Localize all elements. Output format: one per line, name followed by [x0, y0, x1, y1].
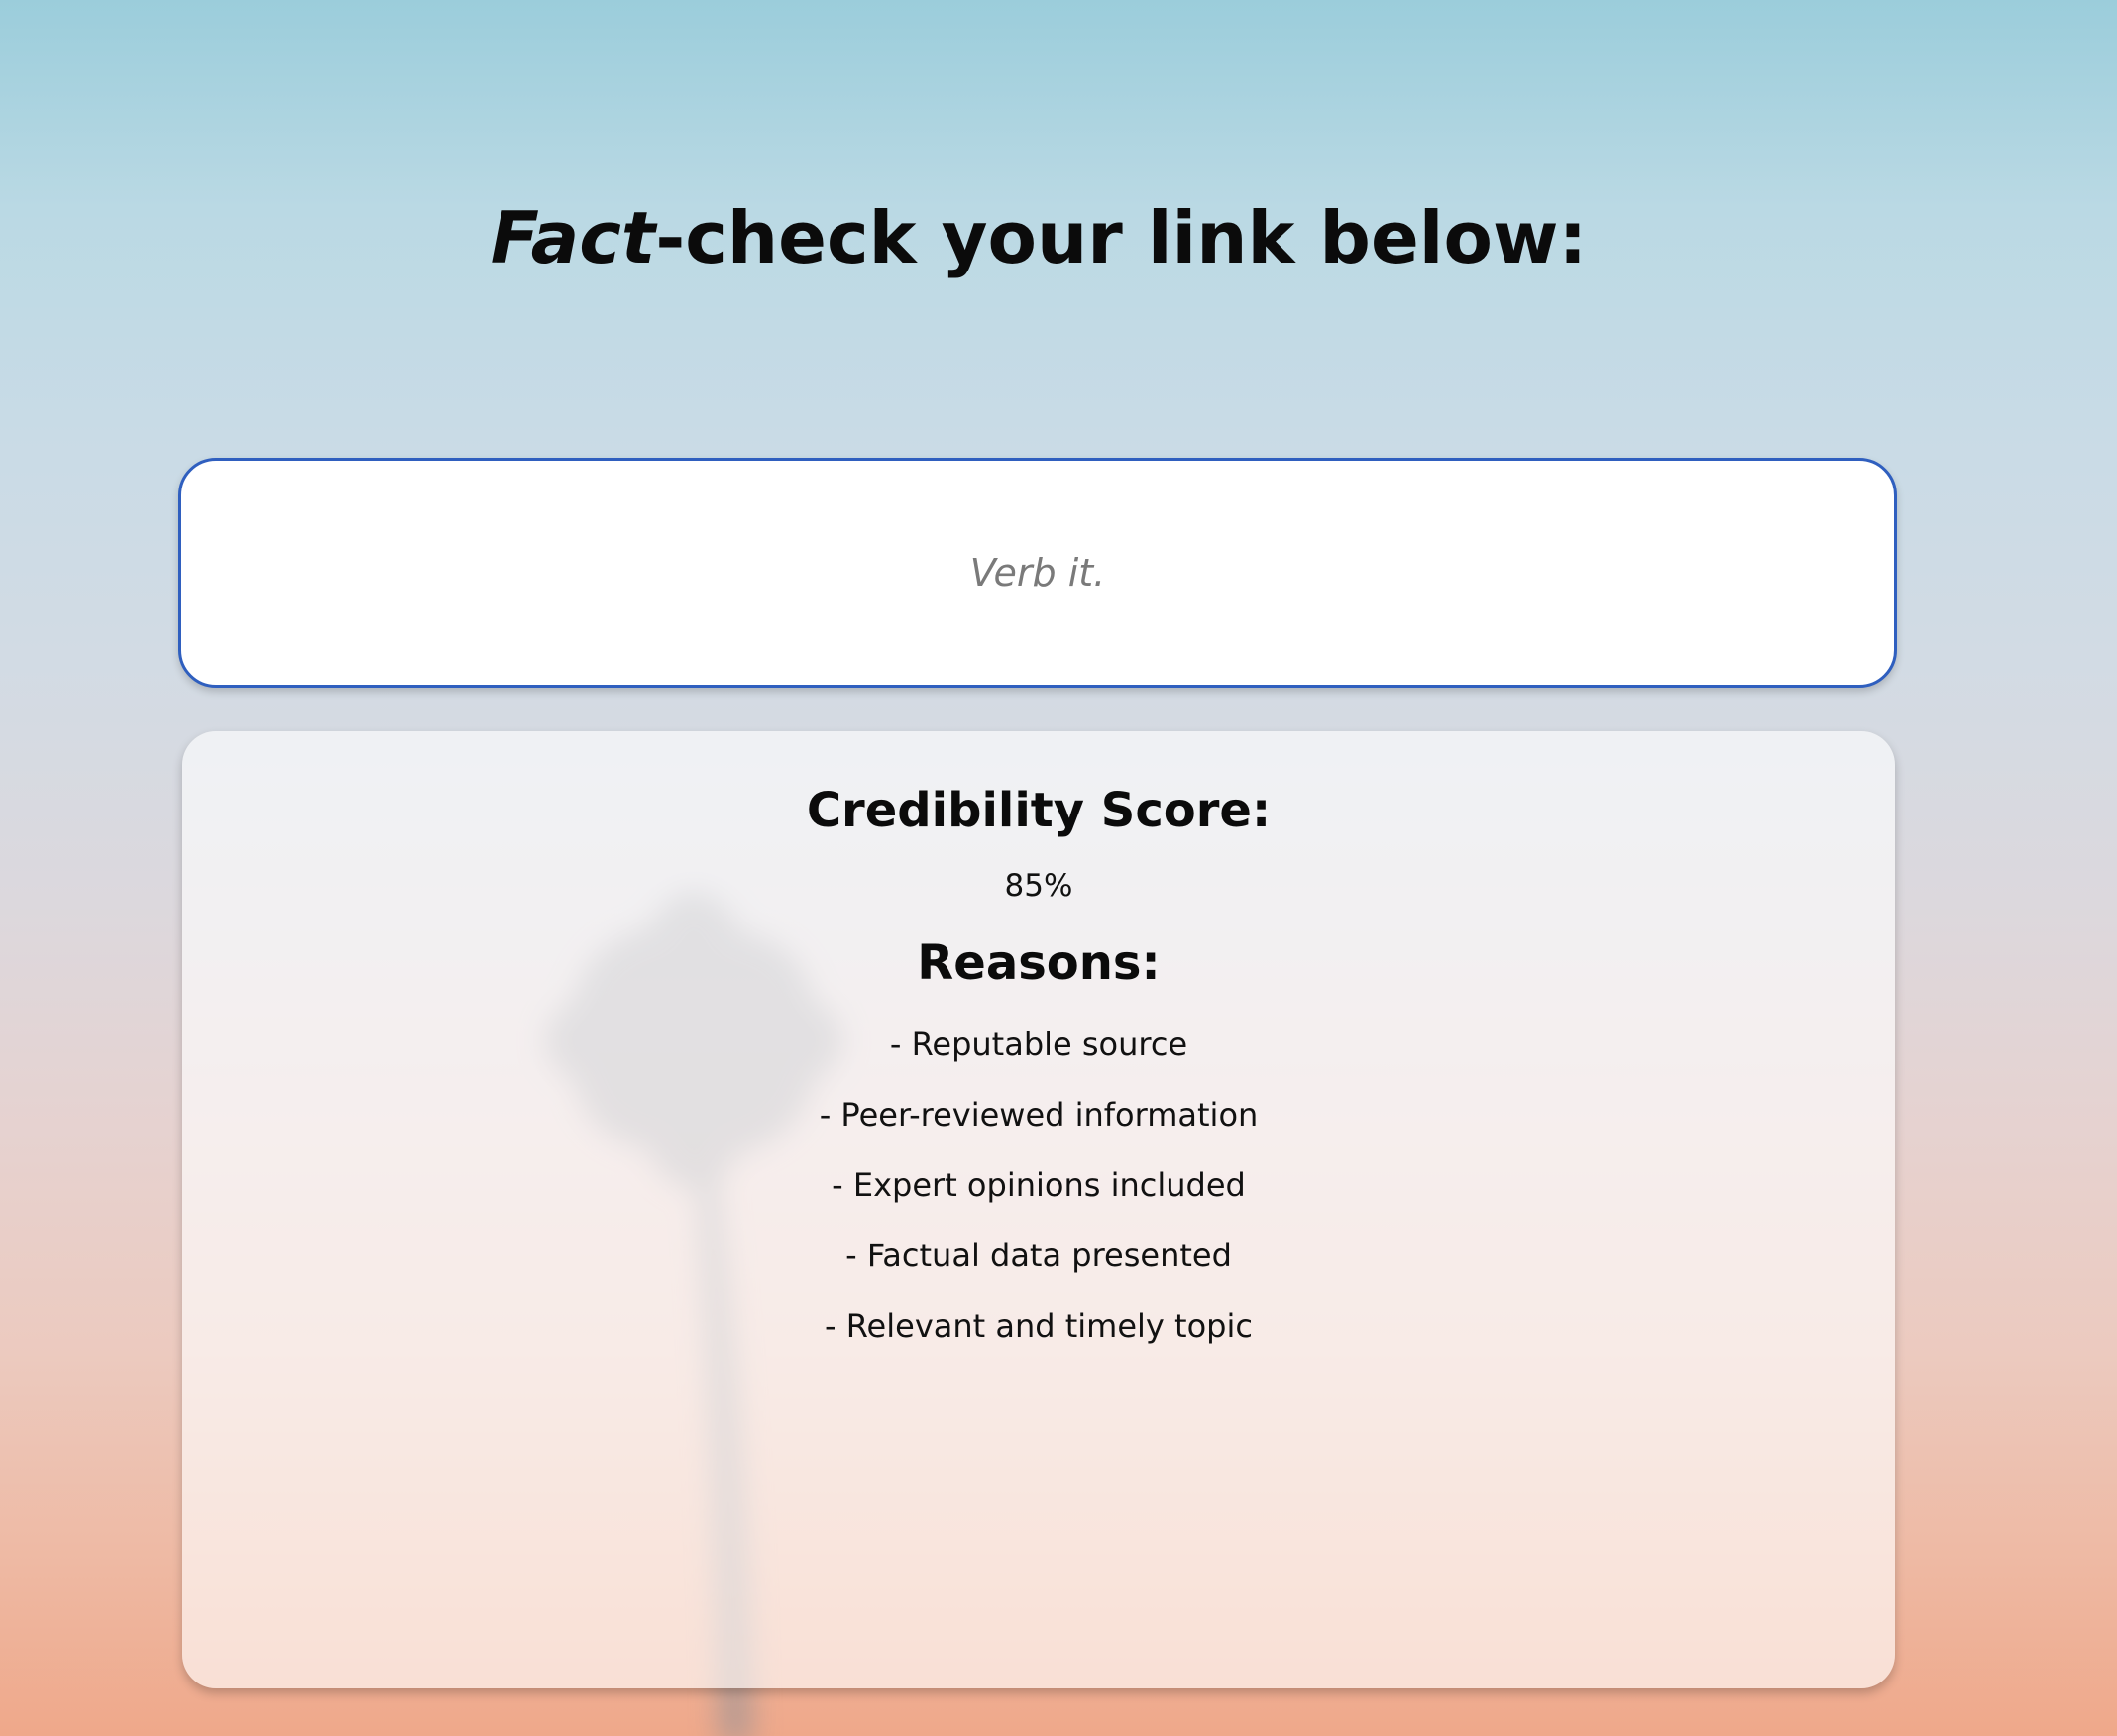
- reason-item: - Peer-reviewed information: [819, 1096, 1259, 1134]
- page-title: Fact-check your link below:: [0, 196, 2077, 279]
- link-input-container: [178, 458, 1897, 688]
- result-card: Credibility Score: 85% Reasons: - Reputa…: [182, 731, 1895, 1688]
- reasons-list: - Reputable source - Peer-reviewed infor…: [182, 1025, 1895, 1376]
- credibility-score-value: 85%: [1004, 868, 1073, 904]
- link-input[interactable]: [181, 460, 1894, 686]
- reasons-heading: Reasons:: [917, 935, 1161, 991]
- reason-item: - Relevant and timely topic: [825, 1307, 1253, 1345]
- page-background: Fact-check your link below: Credibility …: [0, 0, 2117, 1736]
- page-title-emphasis: Fact: [490, 196, 656, 279]
- reason-item: - Factual data presented: [845, 1237, 1232, 1274]
- reason-item: - Expert opinions included: [832, 1166, 1246, 1204]
- page-title-rest: -check your link below:: [655, 196, 1588, 279]
- credibility-score-heading: Credibility Score:: [806, 783, 1272, 838]
- reason-item: - Reputable source: [889, 1026, 1188, 1063]
